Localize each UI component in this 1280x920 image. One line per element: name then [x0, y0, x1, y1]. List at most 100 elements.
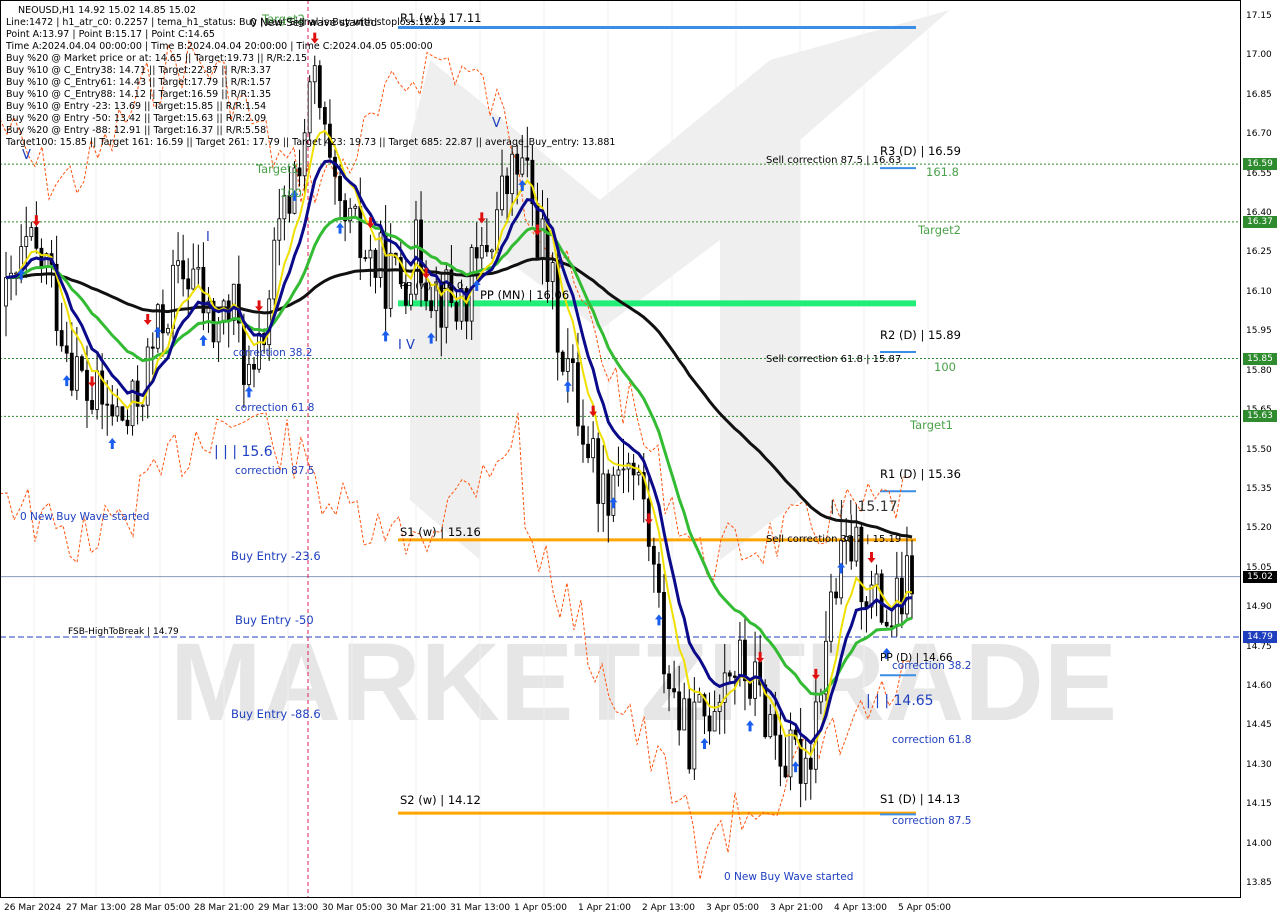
- sell-correction-38-label: Sell correction 38.2 | 15.19: [766, 534, 902, 545]
- y-tick-label: 15.95: [1246, 326, 1272, 337]
- candle-body: [570, 358, 575, 364]
- candle-body: [64, 345, 69, 354]
- wave-iv-label: I V: [398, 338, 415, 353]
- y-tick-label: 14.30: [1246, 759, 1272, 770]
- candle-body: [560, 351, 565, 372]
- s1-daily-label: S1 (D) | 14.13: [880, 792, 961, 806]
- candle-body: [565, 358, 570, 372]
- x-tick-label: 5 Apr 05:00: [898, 903, 951, 913]
- candle-body: [312, 65, 317, 83]
- candle-body: [910, 555, 914, 595]
- candle-body: [899, 577, 904, 615]
- info-line: Target100: 15.85 || Target 161: 16.59 ||…: [6, 137, 616, 148]
- pp-daily-left-label: PP (w) | 16.0: [400, 281, 464, 292]
- candle-body: [682, 698, 687, 731]
- candle-body: [59, 330, 64, 347]
- candle-body: [429, 300, 434, 312]
- target1-label: Target1: [910, 418, 953, 432]
- buy-arrow-icon: [108, 437, 117, 449]
- candle-body: [358, 205, 363, 258]
- candle-body: [651, 545, 656, 565]
- candle-body: [525, 157, 530, 161]
- candle-body: [834, 591, 838, 599]
- x-tick-label: 2 Apr 13:00: [642, 903, 695, 913]
- candle-body: [727, 672, 732, 677]
- info-line: Buy %10 @ C_Entry38: 14.71 || Target:22.…: [6, 65, 272, 76]
- s1-weekly-label: S1 (w) | 15.16: [400, 525, 481, 539]
- x-tick-label: 1 Apr 05:00: [514, 903, 567, 913]
- y-tick-label: 15.35: [1246, 483, 1272, 494]
- wave-1517-label: | | | 15.17: [830, 499, 898, 515]
- candle-body: [181, 260, 186, 280]
- x-tick-label: 30 Mar 21:00: [386, 903, 447, 913]
- target-100-label: 100: [934, 360, 956, 374]
- candle-body: [555, 262, 560, 353]
- candle-body: [712, 711, 717, 732]
- watermark-text: MARKETZITRADE: [170, 621, 1117, 744]
- buy-arrow-icon: [336, 222, 345, 234]
- r1-daily-label: R1 (D) | 15.36: [880, 467, 961, 481]
- candle-body: [581, 425, 585, 445]
- candle-body: [95, 370, 100, 410]
- candle-body: [74, 356, 79, 391]
- candle-body: [322, 107, 327, 125]
- y-tick-label: 15.20: [1246, 523, 1272, 534]
- buy-arrow-icon: [791, 761, 800, 773]
- price-tag: 15.85: [1243, 352, 1277, 365]
- candle-body: [474, 247, 479, 259]
- candle-body: [884, 621, 889, 627]
- candle-body: [672, 688, 677, 693]
- candle-body: [500, 175, 504, 211]
- info-line: Buy %20 @ Market price or at: 14.65 || T…: [6, 53, 308, 64]
- info-line: Buy %20 @ Entry -50: 13.42 || Target:15.…: [6, 113, 267, 124]
- candle-body: [540, 218, 545, 258]
- watermark-logo: [410, 10, 950, 560]
- r1-weekly-label: R1 (w) | 17.11: [400, 11, 482, 25]
- sell-arrow-icon: [644, 513, 653, 525]
- x-tick-label: 4 Apr 13:00: [834, 903, 887, 913]
- new-sell-wave-label: 0 New Sell wave started: [250, 17, 378, 29]
- candle-body: [115, 406, 120, 417]
- correction-87-left-label: correction 87.5: [235, 465, 315, 477]
- candle-body: [732, 675, 737, 678]
- buy-arrow-icon: [62, 375, 71, 387]
- candle-body: [515, 153, 520, 175]
- candle-body: [176, 260, 180, 266]
- candle-body: [338, 175, 342, 202]
- candle-body: [454, 302, 459, 322]
- candle-body: [520, 157, 525, 175]
- candle-body: [363, 257, 368, 259]
- price-tag: 16.59: [1243, 158, 1277, 171]
- candle-body: [738, 639, 742, 678]
- candle-body: [191, 268, 196, 290]
- buy-arrow-icon: [563, 380, 572, 392]
- candle-body: [576, 362, 580, 427]
- candle-body: [808, 757, 813, 770]
- candle-body: [368, 249, 373, 259]
- candle-body: [373, 249, 378, 278]
- price-tag: 15.63: [1243, 410, 1277, 423]
- candle-body: [905, 555, 909, 615]
- candle-body: [80, 356, 84, 371]
- candle-body: [510, 153, 515, 195]
- candle-body: [231, 283, 236, 321]
- candle-body: [687, 698, 692, 770]
- candle-body: [140, 404, 145, 407]
- candle-body: [667, 673, 671, 690]
- pp-monthly-label: PP (MN) | 16.06: [480, 288, 570, 302]
- x-tick-label: 29 Mar 13:00: [258, 903, 319, 913]
- candle-body: [829, 591, 833, 642]
- candle-body: [803, 757, 808, 784]
- candle-body: [692, 701, 697, 770]
- info-line: Buy %10 @ C_Entry88: 14.12 || Target:16.…: [6, 89, 272, 100]
- candle-body: [505, 175, 509, 195]
- y-tick-label: 14.90: [1246, 602, 1272, 613]
- buy-arrow-icon: [609, 497, 618, 509]
- info-line: Buy %20 @ Entry -88: 12.91 || Target:16.…: [6, 125, 267, 136]
- candle-body: [110, 404, 115, 417]
- buy-arrow-icon: [381, 330, 390, 342]
- candle-body: [591, 438, 596, 459]
- correction-61-right-label: correction 61.8: [892, 734, 972, 746]
- candle-body: [824, 640, 828, 695]
- candle-body: [489, 249, 494, 253]
